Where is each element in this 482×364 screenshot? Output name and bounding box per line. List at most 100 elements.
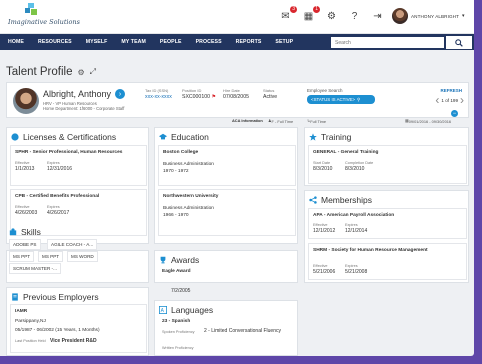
spoken-label: Spoken Proficiency [162,330,195,334]
refresh-link[interactable]: REFRESH [440,88,462,93]
skill-chip[interactable]: AGILE COACH - A... [47,239,98,250]
license-expires-label: Expires [47,161,60,165]
membership-effective: 12/1/2012 [313,228,336,234]
membership-item[interactable]: APA - American Payroll Association Effec… [308,208,467,239]
nav-people[interactable]: PEOPLE [153,39,189,45]
training-completion-label: Completion Date [345,161,374,165]
skill-chip[interactable]: MS PPT [38,251,64,262]
nav-home[interactable]: HOME [0,39,31,45]
license-expires-label: Expires [47,205,60,209]
certificate-icon [11,133,19,141]
pager-text: 1 of 199 [441,97,458,103]
employer-item[interactable]: IAMR Parsippany,NJ 05/1987 - 06/2002 (15… [10,304,147,353]
hire-date-field: Hire Date 07/08/2005 [223,88,249,100]
license-effective: 4/26/2003 [15,210,38,216]
employee-department: Home Department: 1f6000 - Corporate Staf… [43,106,125,112]
employee-name: Albright, Anthony › [43,89,126,99]
language-item[interactable]: 23 - Spanish Spoken Proficiency 2 - Limi… [158,317,296,354]
position-id-label: Position ID [182,88,202,93]
awards-card: Awards Eagle Award [154,250,298,283]
share-icon [309,196,317,204]
graduation-cap-icon [159,133,167,140]
user-menu[interactable]: ANTHONY ALBRIGHT ▾ [392,8,465,24]
nav-resources[interactable]: RESOURCES [31,39,79,45]
skill-chip[interactable]: MS PPT [9,251,35,262]
position-id-value: SXC000100 ⚑ [182,94,217,100]
search-input[interactable] [331,37,444,48]
chevron-left-icon[interactable]: ‹ [435,94,439,106]
expand-icon[interactable]: ⤢ [90,67,96,77]
chevron-down-icon: ▾ [461,13,465,19]
membership-name: APA - American Payroll Association [313,213,395,218]
settings-icon[interactable]: ⚙ [324,9,339,24]
employee-search-filter[interactable]: <STATUS IS ACTIVE> ⚲ [307,95,375,104]
membership-expires-label: Expires [345,264,358,268]
company-logo[interactable]: Imaginative Solutions [8,3,80,31]
training-completion: 8/3/2010 [345,166,365,172]
logout-icon[interactable]: ⇥ [370,9,385,24]
awards-title: Awards [159,255,199,265]
skill-chip[interactable]: ADOBE PS [9,239,41,250]
languages-card: A Languages 23 - Spanish Spoken Proficie… [154,300,298,356]
page-title-text: Talent Profile [6,66,73,78]
search-icon[interactable] [446,36,472,49]
calendar-icon[interactable]: ▦ 1 [301,6,320,24]
written-label: Written Proficiency [162,346,194,350]
award-name: Eagle Award [162,269,191,274]
tax-id-value[interactable]: xxx-xx-xxxx [145,94,172,100]
license-item[interactable]: SPHR - Senior Professional, Human Resour… [10,145,147,186]
search-icon: ⚲ [357,96,361,102]
membership-item[interactable]: SHRM - Society for Human Resource Manage… [308,243,467,280]
chevron-right-icon[interactable]: › [115,89,126,99]
chevron-right-icon[interactable]: › [460,94,464,106]
degree: Business Administration [163,162,214,167]
flag-icon: ⚑ [211,94,217,100]
logo-text: Imaginative Solutions [8,18,80,26]
training-start: 8/3/2010 [313,166,333,172]
employer-period: 05/1987 - 06/2002 (15 Years, 1 Months) [15,328,100,333]
school-name: Boston College [163,150,199,155]
svg-text:A: A [161,308,165,314]
tax-id-label: Tax ID (SSN) [145,88,169,93]
mail-icon[interactable]: ✉ 3 [278,6,297,24]
education-item[interactable]: Boston College Business Administration 1… [158,145,296,186]
nav-process[interactable]: PROCESS [189,39,229,45]
employee-role: HRV - VP Human Resources Home Department… [43,101,124,112]
nav-reports[interactable]: REPORTS [229,39,269,45]
aca-date-range: ▦ 09/01/2016 - 09/30/2016 [405,118,452,124]
top-icons: ✉3 ▦1 ⚙ ? ⇥ ♪ [278,6,408,24]
membership-expires: 12/1/2014 [345,228,368,234]
user-name: ANTHONY ALBRIGHT [411,13,459,19]
license-effective-label: Effective [15,205,30,209]
nav-setup[interactable]: SETUP [268,39,300,45]
record-pager: ‹ 1 of 199 › [435,94,464,106]
nav-myself[interactable]: MYSELF [79,39,115,45]
last-position-label: Last Position Held [15,339,46,343]
settings-icon[interactable]: ⚙ [77,68,84,77]
employers-title: Previous Employers [11,292,99,302]
education-item[interactable]: Northwestern University Business Adminis… [158,189,296,236]
award-item[interactable]: Eagle Award [158,268,296,281]
skill-chip[interactable]: SCRUM MASTER -... [9,263,61,274]
membership-name: SHRM - Society for Human Resource Manage… [313,248,428,253]
membership-expires: 5/21/2008 [345,269,368,275]
employers-card: Previous Employers IAMR Parsippany,NJ 05… [6,287,149,356]
aca-row: ACA Information ♟ F - Full Time ↳ Full T… [6,117,469,125]
help-icon[interactable]: ? [347,9,362,24]
trophy-icon [160,256,166,264]
language-name: 23 - Spanish [162,319,191,324]
avatar [392,8,408,24]
skills-card: Skills ADOBE PS AGILE COACH - A... MS PP… [6,227,149,283]
aca-label: ACA Information [232,118,263,123]
last-position: Vice President R&D [50,338,97,344]
training-item[interactable]: GENERAL - General Training Start Date 8/… [308,145,467,184]
training-title: Training [309,132,351,142]
app-window: Imaginative Solutions ✉3 ▦1 ⚙ ? ⇥ ♪ ANTH… [0,0,474,356]
skill-chip[interactable]: MS WORD [67,251,98,262]
license-effective: 1/1/2013 [15,166,35,172]
nav-my-team[interactable]: MY TEAM [114,39,153,45]
license-expires: 12/31/2016 [47,166,73,172]
degree: Business Administration [163,206,214,211]
collapse-icon[interactable]: − [451,110,458,117]
employer-location: Parsippany,NJ [15,319,46,324]
